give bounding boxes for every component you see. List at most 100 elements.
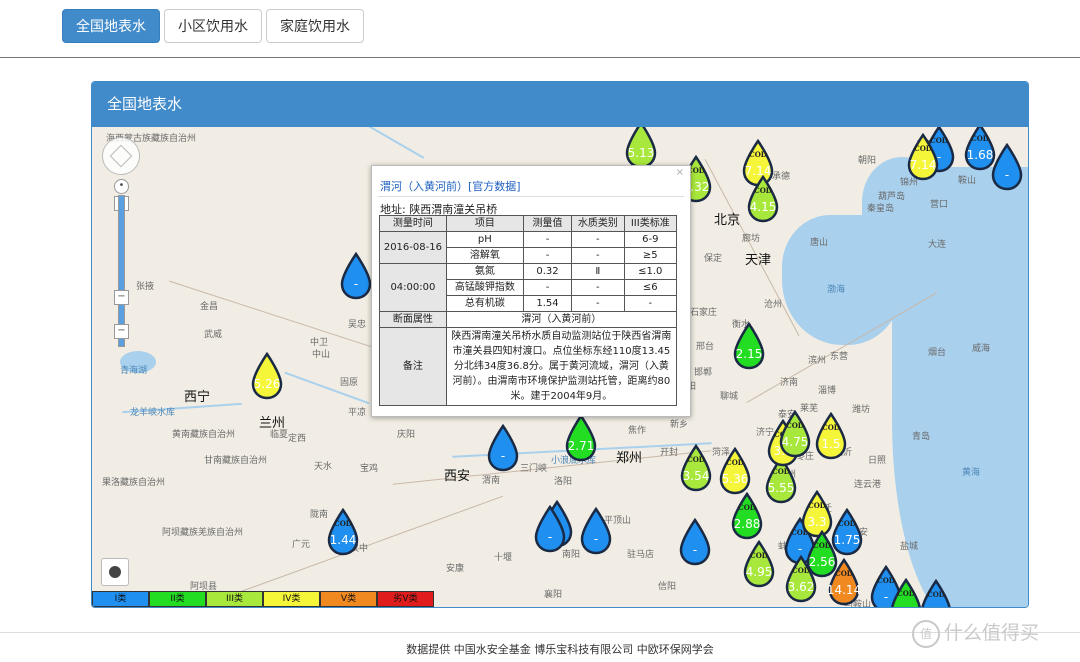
- cell-item: 溶解氧: [445, 247, 524, 264]
- water-drop-icon: [340, 252, 372, 300]
- label-longyangxia: 龙羊峡水库: [130, 408, 176, 418]
- zoom-handle[interactable]: •: [114, 179, 129, 194]
- cod-label: COD: [838, 519, 856, 528]
- water-drop-icon: [743, 540, 775, 588]
- cell-date: 2016-08-16: [379, 231, 447, 264]
- legend-class-6: 劣V类: [377, 591, 434, 607]
- water-quality-marker[interactable]: COD 5.36: [717, 447, 753, 495]
- marker-value: 2.15: [735, 347, 763, 361]
- label-rizhao: 日照: [868, 456, 887, 466]
- header-class: 水质类别: [571, 215, 625, 232]
- panel-title: 全国地表水: [92, 82, 1028, 127]
- cell-item: 高锰酸钾指数: [445, 279, 524, 296]
- label-guyuan: 固原: [340, 378, 359, 388]
- label-jiaozuo: 焦作: [628, 426, 647, 436]
- label-liaocheng: 聊城: [720, 392, 739, 402]
- cell-class: Ⅱ: [571, 263, 625, 280]
- water-quality-marker[interactable]: COD -: [918, 579, 954, 607]
- label-huangnan: 黄南藏族自治州: [172, 430, 236, 440]
- water-drop-icon: [815, 412, 847, 460]
- water-drop-icon: [680, 444, 712, 492]
- water-quality-marker[interactable]: COD 4.95: [741, 540, 777, 588]
- cod-label: COD: [835, 569, 853, 578]
- table-row: 备注 陕西渭南潼关吊桥水质自动监测站位于陕西省渭南市潼关县四知村渡口。点位坐标东…: [379, 327, 678, 406]
- label-wuwei: 武威: [204, 330, 223, 340]
- label-kaifeng: 开封: [660, 448, 679, 458]
- zoom-slider-thumb[interactable]: −: [114, 290, 129, 305]
- label-linxia: 临夏: [270, 430, 289, 440]
- header-time: 测量时间: [379, 215, 447, 232]
- measurement-table: 测量时间 项目 测量值 水质类别 III类标准 2016-08-16 pH - …: [379, 215, 678, 406]
- water-quality-marker[interactable]: COD 2.88: [729, 492, 765, 540]
- label-langfang: 廊坊: [742, 234, 761, 244]
- cod-label: COD: [754, 186, 772, 195]
- cod-label: COD: [813, 541, 831, 550]
- cell-class: -: [571, 247, 625, 264]
- marker-value: 1.44: [329, 533, 357, 547]
- water-quality-marker[interactable]: -: [578, 507, 614, 555]
- water-quality-marker[interactable]: COD 14.14: [826, 558, 862, 606]
- water-quality-marker[interactable]: COD 1.5: [813, 412, 849, 460]
- cod-label: COD: [687, 455, 705, 464]
- note-label: 备注: [379, 327, 447, 406]
- cod-label: COD: [726, 458, 744, 467]
- water-quality-marker[interactable]: 5.13: [623, 127, 659, 169]
- popup-title-link[interactable]: 渭河（入黄河前）[官方数据]: [380, 178, 521, 194]
- zoom-out-button[interactable]: −: [114, 324, 129, 339]
- water-quality-marker[interactable]: 5.26: [249, 352, 285, 400]
- cell-class: -: [571, 231, 625, 248]
- label-dalian: 大连: [928, 240, 947, 250]
- popup-close-icon[interactable]: ×: [676, 167, 684, 178]
- label-zhengzhou: 郑州: [616, 451, 643, 466]
- water-quality-marker[interactable]: COD 1.44: [325, 508, 361, 556]
- cod-label: COD: [334, 519, 352, 528]
- popup-divider: [378, 196, 684, 197]
- water-quality-marker[interactable]: -: [338, 252, 374, 300]
- label-xian: 西安: [444, 469, 471, 484]
- label-tianshui: 天水: [314, 462, 333, 472]
- water-drop-icon: [733, 322, 765, 370]
- water-drop-icon: [534, 505, 566, 553]
- water-drop-icon: [251, 352, 283, 400]
- water-quality-marker[interactable]: 2.15: [731, 322, 767, 370]
- water-quality-marker[interactable]: COD 4.15: [745, 175, 781, 223]
- label-jinchang: 金昌: [200, 302, 219, 312]
- water-quality-marker[interactable]: 2.71: [563, 414, 599, 462]
- cod-label: COD: [749, 150, 767, 159]
- pan-control[interactable]: [102, 137, 140, 175]
- note-text: 陕西渭南潼关吊桥水质自动监测站位于陕西省渭南市潼关县四知村渡口。点位坐标东经11…: [445, 327, 678, 406]
- label-xining: 西宁: [184, 390, 211, 405]
- legend-class-3: III类: [206, 591, 263, 607]
- marker-value: 4.95: [745, 565, 773, 579]
- table-header-row: 测量时间 项目 测量值 水质类别 III类标准: [379, 215, 678, 232]
- water-quality-marker[interactable]: COD 4.75: [777, 410, 813, 458]
- header-item: 项目: [445, 215, 524, 232]
- water-drop-icon: [779, 410, 811, 458]
- label-handan: 邯郸: [694, 368, 713, 378]
- station-info-popup: 渭河（入黄河前）[官方数据] × 地址: 陕西渭南潼关吊桥 测量时间 项目 测量…: [371, 165, 691, 417]
- marker-value: 5.26: [253, 377, 281, 391]
- tab-community-drinking-water[interactable]: 小区饮用水: [164, 9, 262, 43]
- water-quality-marker[interactable]: -: [485, 424, 521, 472]
- water-drop-icon: [991, 143, 1023, 191]
- water-quality-marker[interactable]: -: [989, 143, 1025, 191]
- water-quality-marker[interactable]: COD 3.54: [678, 444, 714, 492]
- label-tianjin: 天津: [745, 253, 772, 268]
- water-quality-marker[interactable]: COD 3.62: [783, 555, 819, 603]
- water-drop-icon: [327, 508, 359, 556]
- marker-value: 5.13: [627, 146, 655, 160]
- marker-value: -: [593, 532, 599, 546]
- locate-button[interactable]: [101, 558, 129, 586]
- water-quality-marker[interactable]: -: [532, 505, 568, 553]
- tab-household-drinking-water[interactable]: 家庭饮用水: [266, 9, 364, 43]
- water-quality-marker[interactable]: COD 7.14: [905, 133, 941, 181]
- water-quality-marker[interactable]: -: [677, 518, 713, 566]
- cod-label: COD: [792, 566, 810, 575]
- cod-label: COD: [927, 590, 945, 599]
- water-drop-icon: [907, 133, 939, 181]
- label-aba: 阿坝藏族羌族自治州: [162, 528, 244, 538]
- label-huludao: 葫芦岛: [878, 192, 906, 202]
- label-qingdao: 青岛: [912, 432, 931, 442]
- cod-label: COD: [772, 467, 790, 476]
- tab-national-surface-water[interactable]: 全国地表水: [62, 9, 160, 43]
